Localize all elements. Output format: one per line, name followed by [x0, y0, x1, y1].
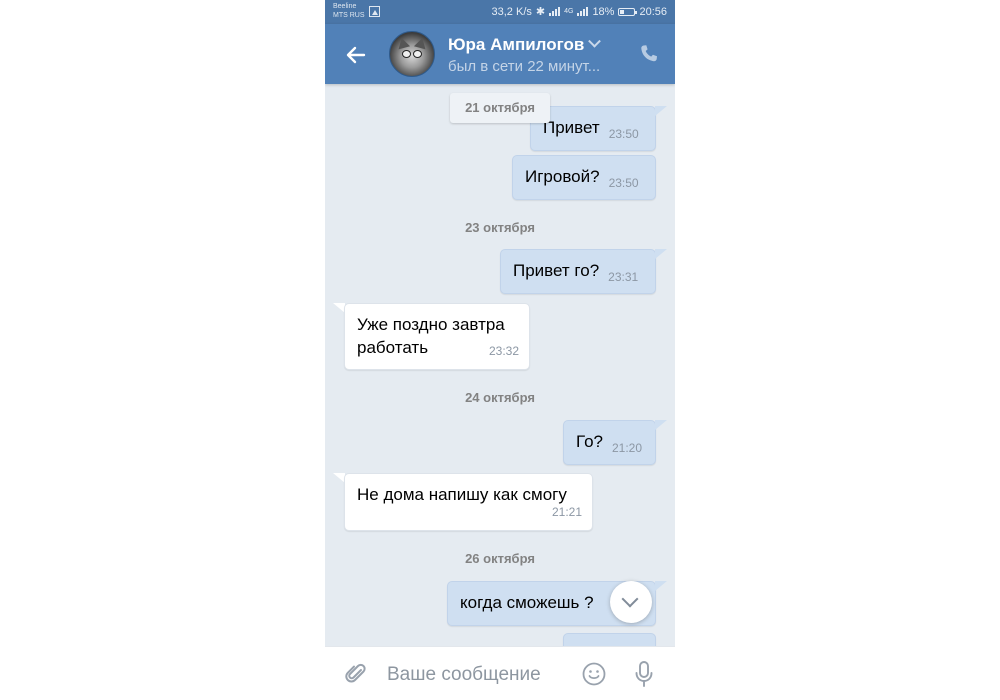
- message-time: 21:20: [611, 441, 643, 455]
- bubble-tail: [655, 581, 667, 591]
- battery-icon: [618, 7, 638, 16]
- message-incoming[interactable]: Не дома напишу как смогу 21:21: [344, 473, 593, 531]
- network-type: 4G: [564, 8, 574, 15]
- message-text: Го?: [576, 432, 603, 451]
- message-text: Не дома напишу как смогу: [357, 485, 567, 504]
- contact-name: Юра Ампилогов: [448, 35, 585, 54]
- bubble-tail: [655, 420, 667, 430]
- message-time: 23:31: [608, 270, 639, 284]
- call-button[interactable]: [637, 42, 661, 66]
- message-text: Привет: [543, 118, 600, 137]
- message-text: Привет го?: [513, 261, 600, 280]
- phone-icon: [641, 45, 657, 62]
- message-list[interactable]: Привет 23:50 21 октября Игровой? 23:50 23 …: [325, 84, 675, 663]
- message-time: 23:32: [488, 344, 519, 358]
- back-button[interactable]: [343, 42, 369, 68]
- contact-name-button[interactable]: Юра Ампилогов: [448, 34, 602, 55]
- battery-percent: 18%: [592, 5, 615, 18]
- chat-screen: Beeline MTS RUS 33,2 K/s ✱ 4G 18% 20:56 …: [325, 0, 675, 700]
- network-speed: 33,2 K/s: [491, 5, 532, 18]
- date-separator: 23 октября: [465, 220, 535, 235]
- arrow-left-icon: [346, 46, 366, 64]
- carrier-secondary: MTS RUS: [333, 12, 365, 19]
- message-text: когда сможешь ?: [460, 593, 594, 612]
- message-incoming[interactable]: Уже поздно завтра работать 23:32: [344, 303, 530, 370]
- message-time: 23:50: [608, 176, 639, 190]
- message-outgoing[interactable]: Го? 21:20: [563, 420, 656, 465]
- carrier-primary: Beeline: [333, 3, 357, 10]
- bubble-tail: [655, 106, 667, 116]
- date-separator: 26 октября: [465, 551, 535, 566]
- emoji-button[interactable]: [582, 662, 606, 686]
- chevron-down-icon: [588, 34, 602, 48]
- status-bar: Beeline MTS RUS 33,2 K/s ✱ 4G 18% 20:56: [325, 0, 675, 24]
- message-text: Игровой?: [525, 167, 600, 186]
- bubble-tail: [655, 249, 667, 259]
- date-separator: 24 октября: [465, 390, 535, 405]
- status-indicators: 33,2 K/s ✱ 4G 18% 20:56: [491, 5, 667, 19]
- avatar[interactable]: [389, 31, 435, 77]
- signal-1-icon: [549, 7, 561, 16]
- gallery-notification-icon: [369, 6, 380, 17]
- attach-button[interactable]: [343, 661, 369, 687]
- signal-2-icon: [577, 7, 589, 16]
- message-time: 23:50: [608, 127, 639, 141]
- microphone-icon: [635, 661, 653, 687]
- carrier-label: Beeline MTS RUS: [333, 2, 365, 20]
- scroll-to-bottom-button[interactable]: [610, 581, 652, 623]
- date-separator: 21 октября: [450, 93, 550, 123]
- message-outgoing[interactable]: Привет го? 23:31: [500, 249, 656, 294]
- message-outgoing[interactable]: Игровой? 23:50: [512, 155, 656, 200]
- chat-header: Юра Ампилогов был в сети 22 минут...: [325, 24, 675, 84]
- contact-last-seen: был в сети 22 минут...: [448, 58, 601, 75]
- voice-message-button[interactable]: [633, 660, 655, 688]
- message-composer: [325, 646, 675, 700]
- message-time: 21:21: [551, 505, 582, 519]
- clock: 20:56: [639, 5, 667, 18]
- message-input[interactable]: [385, 659, 569, 691]
- bluetooth-icon: ✱: [535, 6, 546, 18]
- paperclip-icon: [345, 663, 366, 683]
- smile-icon: [582, 662, 606, 686]
